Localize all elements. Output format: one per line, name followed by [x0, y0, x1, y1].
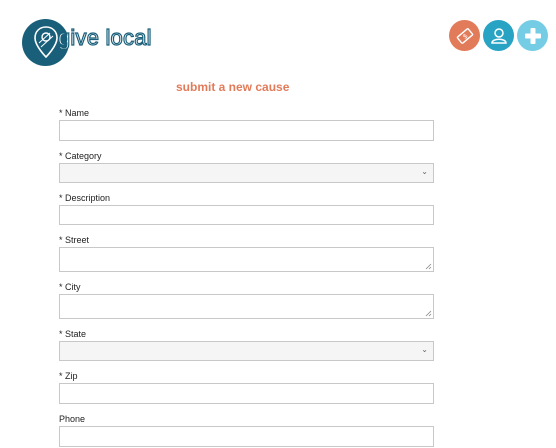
add-cause-icon[interactable]: [517, 20, 548, 51]
description-input[interactable]: [59, 205, 434, 225]
state-select[interactable]: ⌄: [59, 341, 434, 361]
form-title: submit a new cause: [176, 80, 290, 94]
street-label: * Street: [59, 235, 90, 245]
description-label: * Description: [59, 193, 111, 203]
name-label: * Name: [59, 108, 90, 118]
zip-input[interactable]: [59, 383, 434, 404]
header-nav: $: [449, 20, 548, 51]
logo-text: give local: [57, 24, 152, 50]
logo[interactable]: give local: [22, 17, 152, 67]
category-label: * Category: [59, 151, 102, 161]
resize-handle-icon[interactable]: [425, 263, 432, 270]
state-label: * State: [59, 329, 87, 339]
chevron-down-icon: ⌄: [421, 345, 428, 354]
phone-input[interactable]: [59, 426, 434, 447]
category-select[interactable]: ⌄: [59, 163, 434, 183]
city-label: * City: [59, 282, 81, 292]
donate-ticket-icon[interactable]: $: [449, 20, 480, 51]
name-input[interactable]: [59, 120, 434, 141]
resize-handle-icon[interactable]: [425, 310, 432, 317]
user-profile-icon[interactable]: [483, 20, 514, 51]
svg-text:$: $: [462, 32, 470, 40]
zip-label: * Zip: [59, 371, 78, 381]
city-textarea[interactable]: [59, 294, 434, 319]
phone-label: Phone: [59, 414, 86, 424]
street-textarea[interactable]: [59, 247, 434, 272]
chevron-down-icon: ⌄: [421, 167, 428, 176]
